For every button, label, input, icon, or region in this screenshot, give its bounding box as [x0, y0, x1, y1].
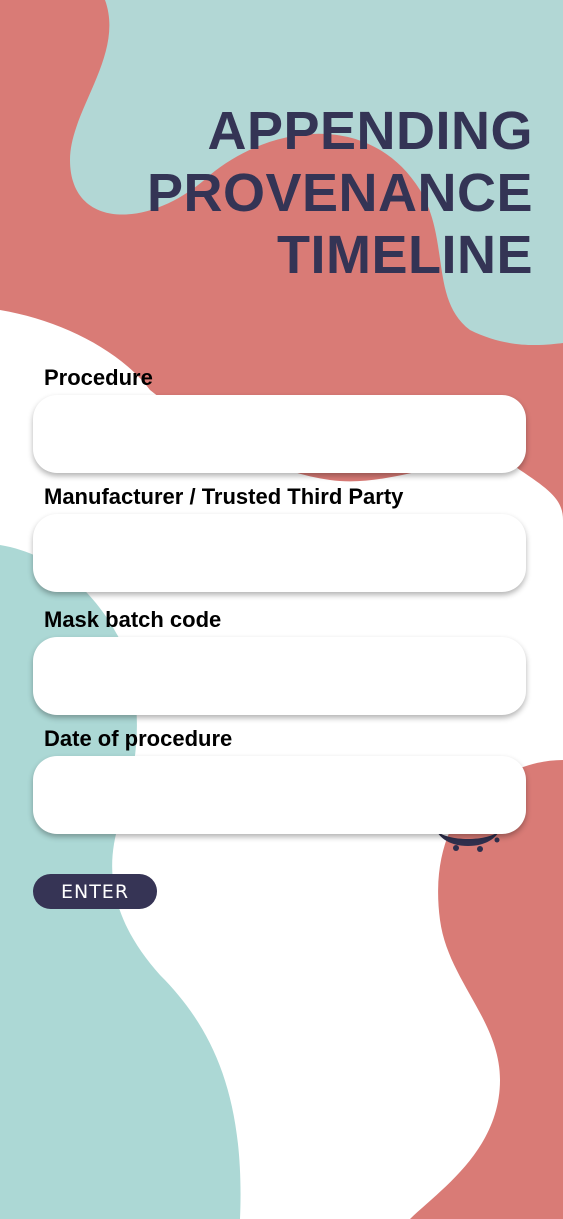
- appending-provenance-screen: APPENDING PROVENANCE TIMELINE Procedure …: [0, 0, 563, 1219]
- manufacturer-field[interactable]: [33, 514, 526, 594]
- date-input[interactable]: [57, 756, 506, 836]
- date-label: Date of procedure: [44, 726, 233, 751]
- page-title-line-1: APPENDING: [207, 101, 533, 161]
- enter-button[interactable]: ENTER: [33, 874, 157, 909]
- batch-code-label: Mask batch code: [44, 607, 222, 632]
- manufacturer-label: Manufacturer / Trusted Third Party: [44, 484, 404, 509]
- page-title-line-3: TIMELINE: [277, 225, 533, 285]
- batch-code-input[interactable]: [57, 637, 506, 717]
- page-title-line-2: PROVENANCE: [146, 163, 533, 223]
- manufacturer-input[interactable]: [57, 514, 506, 594]
- procedure-field[interactable]: [33, 395, 526, 475]
- date-field[interactable]: [33, 756, 526, 836]
- batch-code-field[interactable]: [33, 637, 526, 717]
- procedure-input[interactable]: [57, 395, 506, 475]
- page-title: APPENDING PROVENANCE TIMELINE: [33, 100, 533, 286]
- procedure-label: Procedure: [44, 365, 153, 390]
